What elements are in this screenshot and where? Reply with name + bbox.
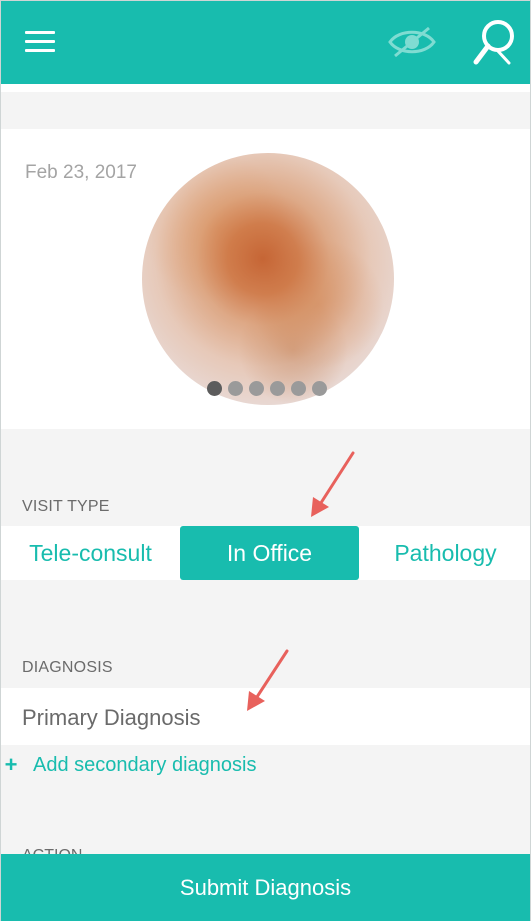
add-secondary-diagnosis-button[interactable]: + Add secondary diagnosis xyxy=(1,751,257,779)
primary-diagnosis-text: Primary Diagnosis xyxy=(22,705,201,730)
dermoscopy-lesion-image[interactable] xyxy=(142,153,394,405)
visit-type-in-office[interactable]: In Office xyxy=(180,526,359,580)
visit-type-segmented-control: Tele-consult In Office Pathology xyxy=(1,526,530,580)
app-header xyxy=(1,1,530,84)
hamburger-menu-icon[interactable] xyxy=(25,31,55,53)
eye-off-icon[interactable] xyxy=(387,25,437,59)
photo-pager-dots xyxy=(207,381,327,396)
header-divider-strip xyxy=(1,84,530,92)
pager-dot[interactable] xyxy=(207,381,222,396)
magnifier-icon[interactable] xyxy=(471,17,519,67)
lesion-photo-card: Feb 23, 2017 xyxy=(1,129,530,429)
visit-type-tele-consult[interactable]: Tele-consult xyxy=(1,526,180,580)
pager-dot[interactable] xyxy=(249,381,264,396)
annotation-arrow-icon xyxy=(311,451,355,517)
plus-icon: + xyxy=(4,752,18,777)
primary-diagnosis-field[interactable]: Primary Diagnosis xyxy=(1,688,530,745)
visit-type-pathology[interactable]: Pathology xyxy=(359,526,531,580)
diagnosis-label: DIAGNOSIS xyxy=(22,659,113,676)
visit-type-label: VISIT TYPE xyxy=(22,498,110,515)
pager-dot[interactable] xyxy=(228,381,243,396)
pager-dot[interactable] xyxy=(291,381,306,396)
pager-dot[interactable] xyxy=(270,381,285,396)
add-secondary-diagnosis-label: Add secondary diagnosis xyxy=(33,753,257,776)
pager-dot[interactable] xyxy=(312,381,327,396)
submit-diagnosis-button[interactable]: Submit Diagnosis xyxy=(1,854,530,921)
photo-date: Feb 23, 2017 xyxy=(25,162,137,183)
